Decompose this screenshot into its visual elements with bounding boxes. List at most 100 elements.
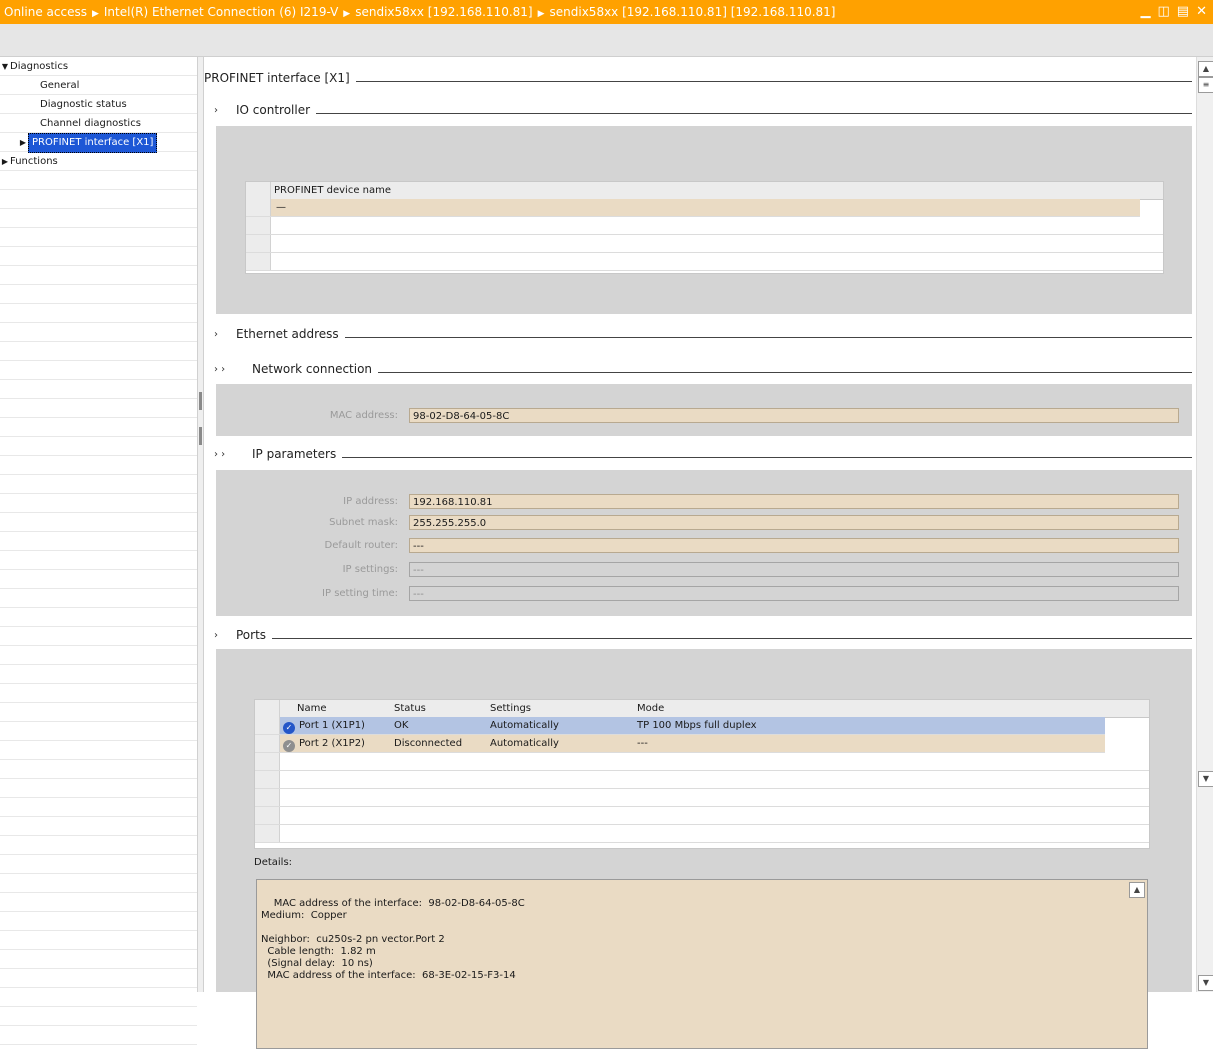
scroll-thumb-icon[interactable]: ≡ (1198, 77, 1213, 93)
expand-right-icon[interactable]: ▶ (18, 134, 28, 152)
tree-empty-row (0, 893, 197, 912)
tree-empty-row (0, 380, 197, 399)
expand-down-icon[interactable]: ▼ (0, 58, 10, 76)
breadcrumb-adapter[interactable]: Intel(R) Ethernet Connection (6) I219-V (104, 5, 338, 19)
tree-empty-row (0, 988, 197, 1007)
ip-settings-field: --- (409, 562, 1179, 577)
subnet-mask-label: Subnet mask: (329, 517, 398, 528)
tree-empty-row (0, 228, 197, 247)
row-header (255, 700, 280, 717)
table-row (255, 825, 1149, 843)
pane-splitter[interactable] (197, 57, 204, 992)
tree-empty-row (0, 646, 197, 665)
tree-empty-row (0, 532, 197, 551)
section-title: IO controller (236, 103, 311, 117)
default-router-field[interactable]: --- (409, 538, 1179, 553)
minimize-icon[interactable]: ▁ (1141, 0, 1151, 24)
tree-empty-row (0, 760, 197, 779)
tree-empty-row (0, 912, 197, 931)
tree-empty-row (0, 342, 197, 361)
breadcrumb-device[interactable]: sendix58xx [192.168.110.81] (355, 5, 532, 19)
subnet-mask-field[interactable]: 255.255.255.0 (409, 515, 1179, 530)
section-ethernet-address[interactable]: › Ethernet address (214, 327, 1192, 341)
tree-item-channel-diagnostics[interactable]: Channel diagnostics (0, 114, 197, 133)
section-ports[interactable]: › Ports (214, 628, 1192, 642)
chevron-right-icon[interactable]: › (214, 630, 236, 641)
port-settings-cell: Automatically (490, 720, 559, 731)
tree-item-functions[interactable]: ▶ Functions (0, 152, 197, 171)
row-header (255, 735, 280, 752)
mac-address-label: MAC address: (329, 410, 398, 421)
chevron-double-right-icon[interactable]: › › (214, 449, 252, 460)
tree-item-diagnostic-status[interactable]: Diagnostic status (0, 95, 197, 114)
scroll-up-icon[interactable]: ▲ (1129, 882, 1145, 898)
toolbar (0, 24, 1213, 57)
tree-empty-row (0, 703, 197, 722)
tree-item-general[interactable]: General (0, 76, 197, 95)
main-vertical-scrollbar[interactable]: ▲ ≡ ▼ ▼ (1196, 57, 1213, 992)
tree-empty-row (0, 171, 197, 190)
tree-empty-row (0, 589, 197, 608)
port-mode-cell: --- (637, 738, 648, 749)
mac-address-field[interactable]: 98-02-D8-64-05-8C (409, 408, 1179, 423)
chevron-double-right-icon[interactable]: › › (214, 364, 252, 375)
chevron-right-icon[interactable]: › (214, 329, 236, 340)
collapse-handle-icon[interactable] (199, 427, 202, 445)
main-content: PROFINET interface [X1] › IO controller … (204, 57, 1196, 1049)
section-ip-parameters[interactable]: › › IP parameters (214, 447, 1192, 461)
tree-empty-row (0, 209, 197, 228)
ip-address-field[interactable]: 192.168.110.81 (409, 494, 1179, 509)
column-header-mode: Mode (637, 703, 665, 714)
tree-label-selected: PROFINET interface [X1] (28, 133, 158, 153)
column-header-settings: Settings (490, 703, 532, 714)
row-header (246, 182, 271, 199)
breadcrumb-online-access[interactable]: Online access (4, 5, 87, 19)
scroll-down-icon[interactable]: ▼ (1198, 975, 1213, 991)
port-name-cell: Port 1 (X1P1) (299, 720, 365, 731)
io-controller-panel: PROFINET device name — (216, 126, 1192, 314)
table-row (255, 789, 1149, 807)
collapse-handle-icon[interactable] (199, 392, 202, 410)
ip-setting-time-field: --- (409, 586, 1179, 601)
chevron-right-icon[interactable]: › (214, 105, 236, 116)
section-title: IP parameters (252, 447, 337, 461)
tree-empty-row (0, 190, 197, 209)
tree-empty-row (0, 437, 197, 456)
ip-setting-time-label: IP setting time: (322, 588, 398, 599)
table-row (246, 253, 1163, 271)
row-header (255, 789, 280, 806)
page-title: PROFINET interface [X1] (204, 71, 350, 85)
tree-empty-row (0, 950, 197, 969)
section-io-controller[interactable]: › IO controller (214, 103, 1192, 117)
port-status-cell: Disconnected (394, 738, 463, 749)
row-header (246, 235, 271, 252)
breadcrumb-device-address[interactable]: sendix58xx [192.168.110.81] [192.168.110… (550, 5, 836, 19)
tree-empty-row (0, 551, 197, 570)
expand-right-icon[interactable]: ▶ (0, 153, 10, 171)
scroll-up-icon[interactable]: ▲ (1198, 61, 1213, 77)
row-header (246, 199, 271, 216)
details-textbox[interactable]: MAC address of the interface: 98-02-D8-6… (256, 879, 1148, 1049)
tree-empty-row (0, 513, 197, 532)
table-row[interactable]: ✓ Port 1 (X1P1) OK Automatically TP 100 M… (255, 717, 1105, 735)
page-title-row: PROFINET interface [X1] (204, 71, 1192, 85)
section-network-connection[interactable]: › › Network connection (214, 362, 1192, 376)
table-row[interactable]: ✓ Port 2 (X1P2) Disconnected Automaticall… (255, 735, 1105, 753)
column-header: PROFINET device name (274, 185, 392, 196)
tree-empty-row (0, 817, 197, 836)
tree-empty-row (0, 456, 197, 475)
close-icon[interactable]: ✕ (1196, 0, 1207, 24)
table-header: PROFINET device name (246, 182, 1163, 200)
tile-icon[interactable]: ▤ (1177, 0, 1189, 24)
tree-empty-row (0, 684, 197, 703)
details-text: MAC address of the interface: 98-02-D8-6… (261, 898, 525, 981)
tree-item-diagnostics[interactable]: ▼ Diagnostics (0, 57, 197, 76)
port-mode-cell: TP 100 Mbps full duplex (637, 720, 757, 731)
scroll-down-icon[interactable]: ▼ (1198, 771, 1213, 787)
restore-icon[interactable]: ◫ (1158, 0, 1170, 24)
tree-empty-row (0, 931, 197, 950)
status-disconnected-icon: ✓ (283, 740, 295, 752)
tree-empty-row (0, 304, 197, 323)
tree-item-profinet-interface[interactable]: ▶ PROFINET interface [X1] (0, 133, 197, 153)
table-row[interactable]: — (246, 199, 1140, 217)
